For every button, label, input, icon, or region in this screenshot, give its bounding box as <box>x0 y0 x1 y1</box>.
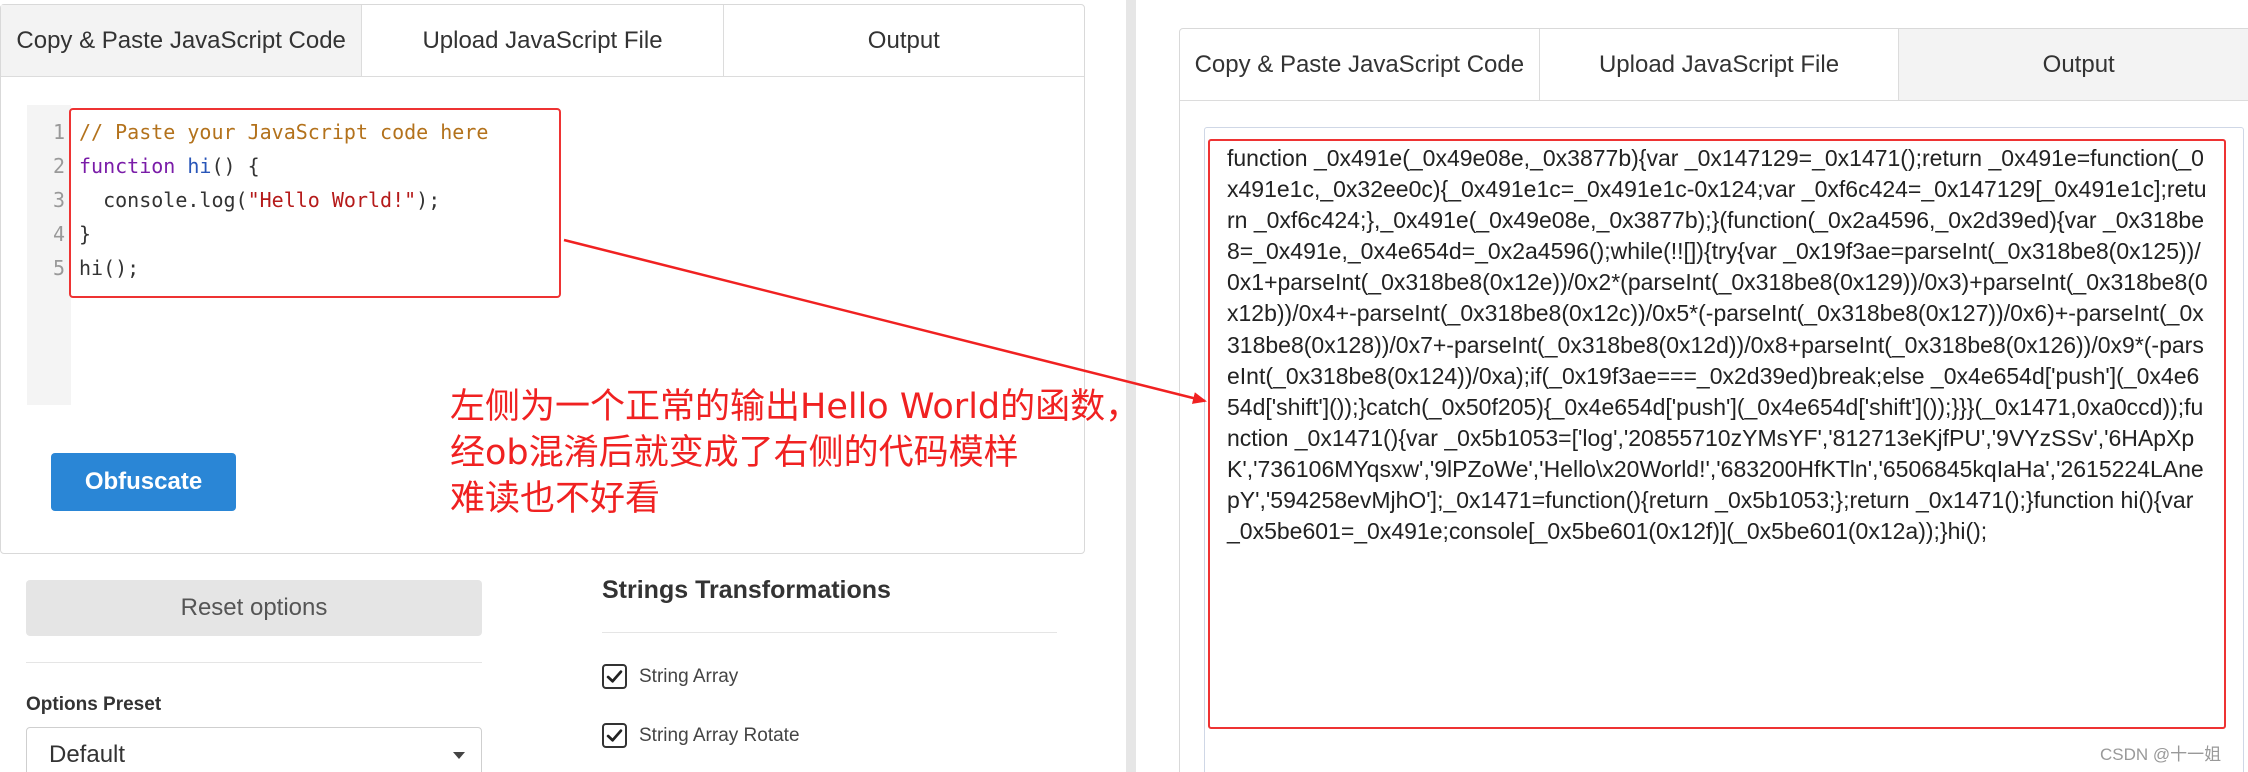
annotation-text: 左侧为一个正常的输出Hello World的函数， 经ob混淆后就变成了右侧的代… <box>450 384 1170 522</box>
tab-output[interactable]: Output <box>724 5 1084 76</box>
options-preset-select[interactable]: Default <box>26 727 482 772</box>
line-number: 1 <box>52 120 65 144</box>
tab-copy-paste[interactable]: Copy & Paste JavaScript Code <box>1 5 363 76</box>
code-text: () { <box>211 154 260 178</box>
line-number: 4 <box>52 222 65 246</box>
divider-line <box>26 662 482 663</box>
line-number: 3 <box>52 188 65 212</box>
line-number-gutter: 1 2 3 4 5 <box>27 105 71 405</box>
strings-transformations-title: Strings Transformations <box>602 576 891 604</box>
watermark: CSDN @十一姐 <box>2100 745 2222 764</box>
line-number: 2 <box>52 154 65 178</box>
string-array-label: String Array <box>639 665 739 687</box>
right-tab-bar: Copy & Paste JavaScript Code Upload Java… <box>1180 29 2248 101</box>
checkbox-checked-icon[interactable] <box>602 664 627 689</box>
left-tab-bar: Copy & Paste JavaScript Code Upload Java… <box>1 5 1084 77</box>
code-line-1: // Paste your JavaScript code here <box>79 115 707 149</box>
tab-copy-paste[interactable]: Copy & Paste JavaScript Code <box>1180 29 1540 100</box>
code-line-3: console.log("Hello World!"); <box>79 183 707 217</box>
code-text: } <box>79 222 92 246</box>
obfuscated-output[interactable]: function _0x491e(_0x49e08e,_0x3877b){var… <box>1227 143 2212 547</box>
options-preset-label: Options Preset <box>26 694 162 715</box>
string-array-rotate-label: String Array Rotate <box>639 724 800 746</box>
obfuscate-button[interactable]: Obfuscate <box>51 453 236 511</box>
code-line-5: hi(); <box>79 251 707 285</box>
tab-output[interactable]: Output <box>1899 29 2248 100</box>
annotation-line-1: 左侧为一个正常的输出Hello World的函数， <box>450 387 1141 427</box>
code-line-2: function hi() { <box>79 149 707 183</box>
code-line-4: } <box>79 217 707 251</box>
code-text: ); <box>416 188 441 212</box>
checkbox-checked-icon[interactable] <box>602 723 627 748</box>
caret-down-icon <box>453 752 465 759</box>
options-preset-value: Default <box>49 741 126 768</box>
code-text: hi(); <box>79 256 140 280</box>
tab-upload-file[interactable]: Upload JavaScript File <box>362 5 724 76</box>
screenshot-divider <box>1126 0 1136 772</box>
line-number: 5 <box>52 256 65 280</box>
string-array-rotate-option[interactable]: String Array Rotate <box>602 723 800 748</box>
code-keyword: function <box>79 154 176 178</box>
string-array-option[interactable]: String Array <box>602 664 738 689</box>
code-text-area[interactable]: // Paste your JavaScript code here funct… <box>71 105 707 405</box>
tab-upload-file[interactable]: Upload JavaScript File <box>1540 29 1900 100</box>
code-comment: // Paste your JavaScript code here <box>79 120 489 144</box>
code-function-name: hi <box>187 154 212 178</box>
code-text: console.log( <box>79 188 248 212</box>
code-string: "Hello World!" <box>247 188 417 212</box>
annotation-line-2: 经ob混淆后就变成了右侧的代码模样 <box>450 433 1019 473</box>
annotation-line-3: 难读也不好看 <box>450 479 661 519</box>
divider-line <box>602 632 1057 633</box>
code-editor[interactable]: 1 2 3 4 5 // Paste your JavaScript code … <box>27 105 707 405</box>
reset-options-button[interactable]: Reset options <box>26 580 482 636</box>
